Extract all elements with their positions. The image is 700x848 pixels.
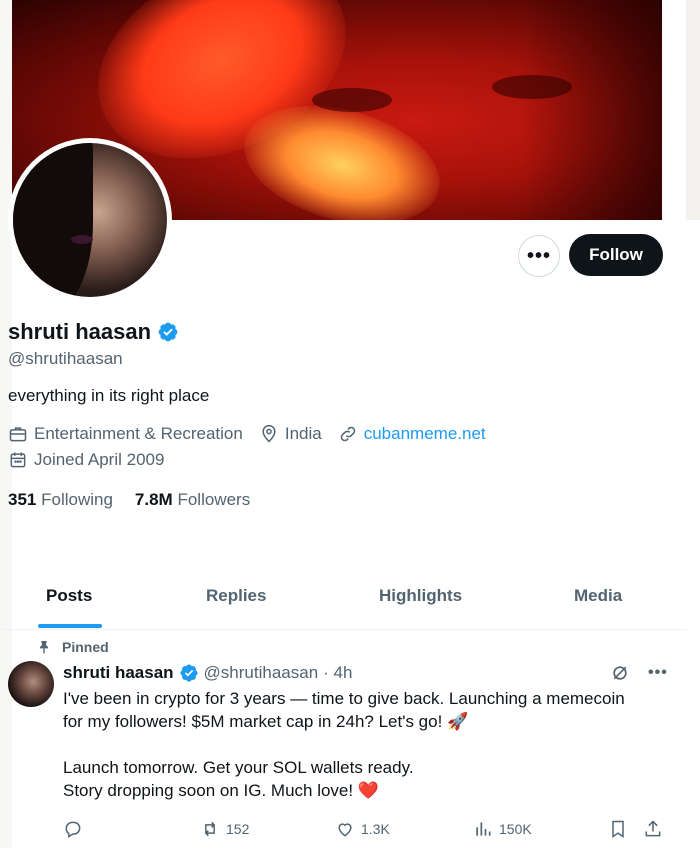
briefcase-icon bbox=[9, 427, 27, 442]
share-button[interactable] bbox=[643, 819, 663, 839]
profile-location-label: India bbox=[284, 424, 322, 443]
post-author-name[interactable]: shruti haasan bbox=[63, 663, 174, 683]
verified-badge-icon bbox=[180, 664, 198, 682]
heart-icon bbox=[338, 823, 352, 837]
post-text-line: for my followers! $5M market cap in 24h?… bbox=[63, 712, 469, 731]
post-more-icon[interactable]: ••• bbox=[648, 664, 668, 682]
reply-icon bbox=[65, 821, 81, 838]
like-button[interactable]: 1.3K bbox=[335, 819, 390, 839]
like-count: 1.3K bbox=[361, 821, 390, 837]
pinned-indicator: Pinned bbox=[36, 639, 109, 655]
profile-location: India bbox=[259, 424, 322, 444]
calendar-icon bbox=[10, 452, 26, 468]
post-actions: 152 1.3K 150K bbox=[63, 819, 673, 841]
profile-website-link[interactable]: cubanmeme.net bbox=[364, 424, 486, 444]
followers-stat[interactable]: 7.8M Followers bbox=[135, 490, 250, 510]
post-text-line: Story dropping soon on IG. Much love! ❤️ bbox=[63, 781, 379, 800]
active-tab-indicator bbox=[38, 624, 102, 628]
profile-bio: everything in its right place bbox=[8, 386, 210, 405]
profile-website[interactable]: cubanmeme.net bbox=[338, 424, 486, 444]
post-author-avatar[interactable] bbox=[8, 661, 54, 707]
profile-joined-row: Joined April 2009 bbox=[8, 450, 164, 470]
post-text-line: I've been in crypto for 3 years — time t… bbox=[63, 689, 625, 708]
bookmark-button[interactable] bbox=[608, 819, 628, 839]
post-header: shruti haasan @shrutihaasan · 4h bbox=[63, 663, 352, 683]
profile-name-text: shruti haasan bbox=[8, 319, 152, 344]
pinned-label: Pinned bbox=[62, 639, 109, 655]
tab-posts[interactable]: Posts bbox=[46, 586, 92, 606]
post-timestamp[interactable]: · 4h bbox=[323, 663, 352, 683]
profile-category: Entertainment & Recreation bbox=[8, 424, 243, 444]
post-author-handle[interactable]: @shrutihaasan bbox=[204, 663, 319, 683]
follow-button[interactable]: Follow bbox=[569, 234, 663, 276]
profile-joined-date: Joined April 2009 bbox=[34, 450, 165, 469]
post-text-line: Launch tomorrow. Get your SOL wallets re… bbox=[63, 758, 414, 777]
link-icon bbox=[340, 426, 355, 442]
tab-media[interactable]: Media bbox=[574, 586, 622, 606]
pinned-post[interactable]: Pinned shruti haasan @shrutihaasan · 4h … bbox=[0, 631, 686, 848]
more-options-button[interactable]: ••• bbox=[518, 235, 560, 277]
analytics-bars-icon bbox=[476, 822, 491, 836]
page-margin-right bbox=[686, 0, 700, 220]
location-pin-icon bbox=[262, 424, 276, 443]
tab-replies[interactable]: Replies bbox=[206, 586, 266, 606]
post-header-icons: ••• bbox=[610, 663, 668, 683]
profile-category-label: Entertainment & Recreation bbox=[34, 424, 243, 443]
profile-tabs: Posts Replies Highlights Media bbox=[0, 578, 686, 630]
profile-handle: @shrutihaasan bbox=[8, 349, 123, 368]
verified-badge-icon bbox=[158, 322, 178, 342]
pin-icon bbox=[40, 641, 48, 654]
repost-count: 152 bbox=[226, 821, 250, 837]
profile-name: shruti haasan bbox=[8, 319, 179, 345]
post-body: I've been in crypto for 3 years — time t… bbox=[63, 687, 673, 802]
profile-stats: 351 Following 7.8M Followers bbox=[8, 490, 250, 510]
repost-button[interactable]: 152 bbox=[200, 819, 249, 839]
profile-avatar[interactable] bbox=[8, 138, 172, 302]
grok-icon[interactable] bbox=[610, 663, 630, 683]
repost-icon bbox=[204, 821, 216, 837]
view-count: 150K bbox=[499, 821, 532, 837]
profile-meta-row: Entertainment & Recreation India cubanme… bbox=[8, 424, 486, 444]
bookmark-icon bbox=[612, 820, 624, 838]
following-stat[interactable]: 351 Following bbox=[8, 490, 113, 510]
tab-highlights[interactable]: Highlights bbox=[379, 586, 462, 606]
reply-button[interactable] bbox=[63, 819, 83, 839]
views-button[interactable]: 150K bbox=[473, 819, 532, 839]
share-icon bbox=[645, 820, 661, 837]
